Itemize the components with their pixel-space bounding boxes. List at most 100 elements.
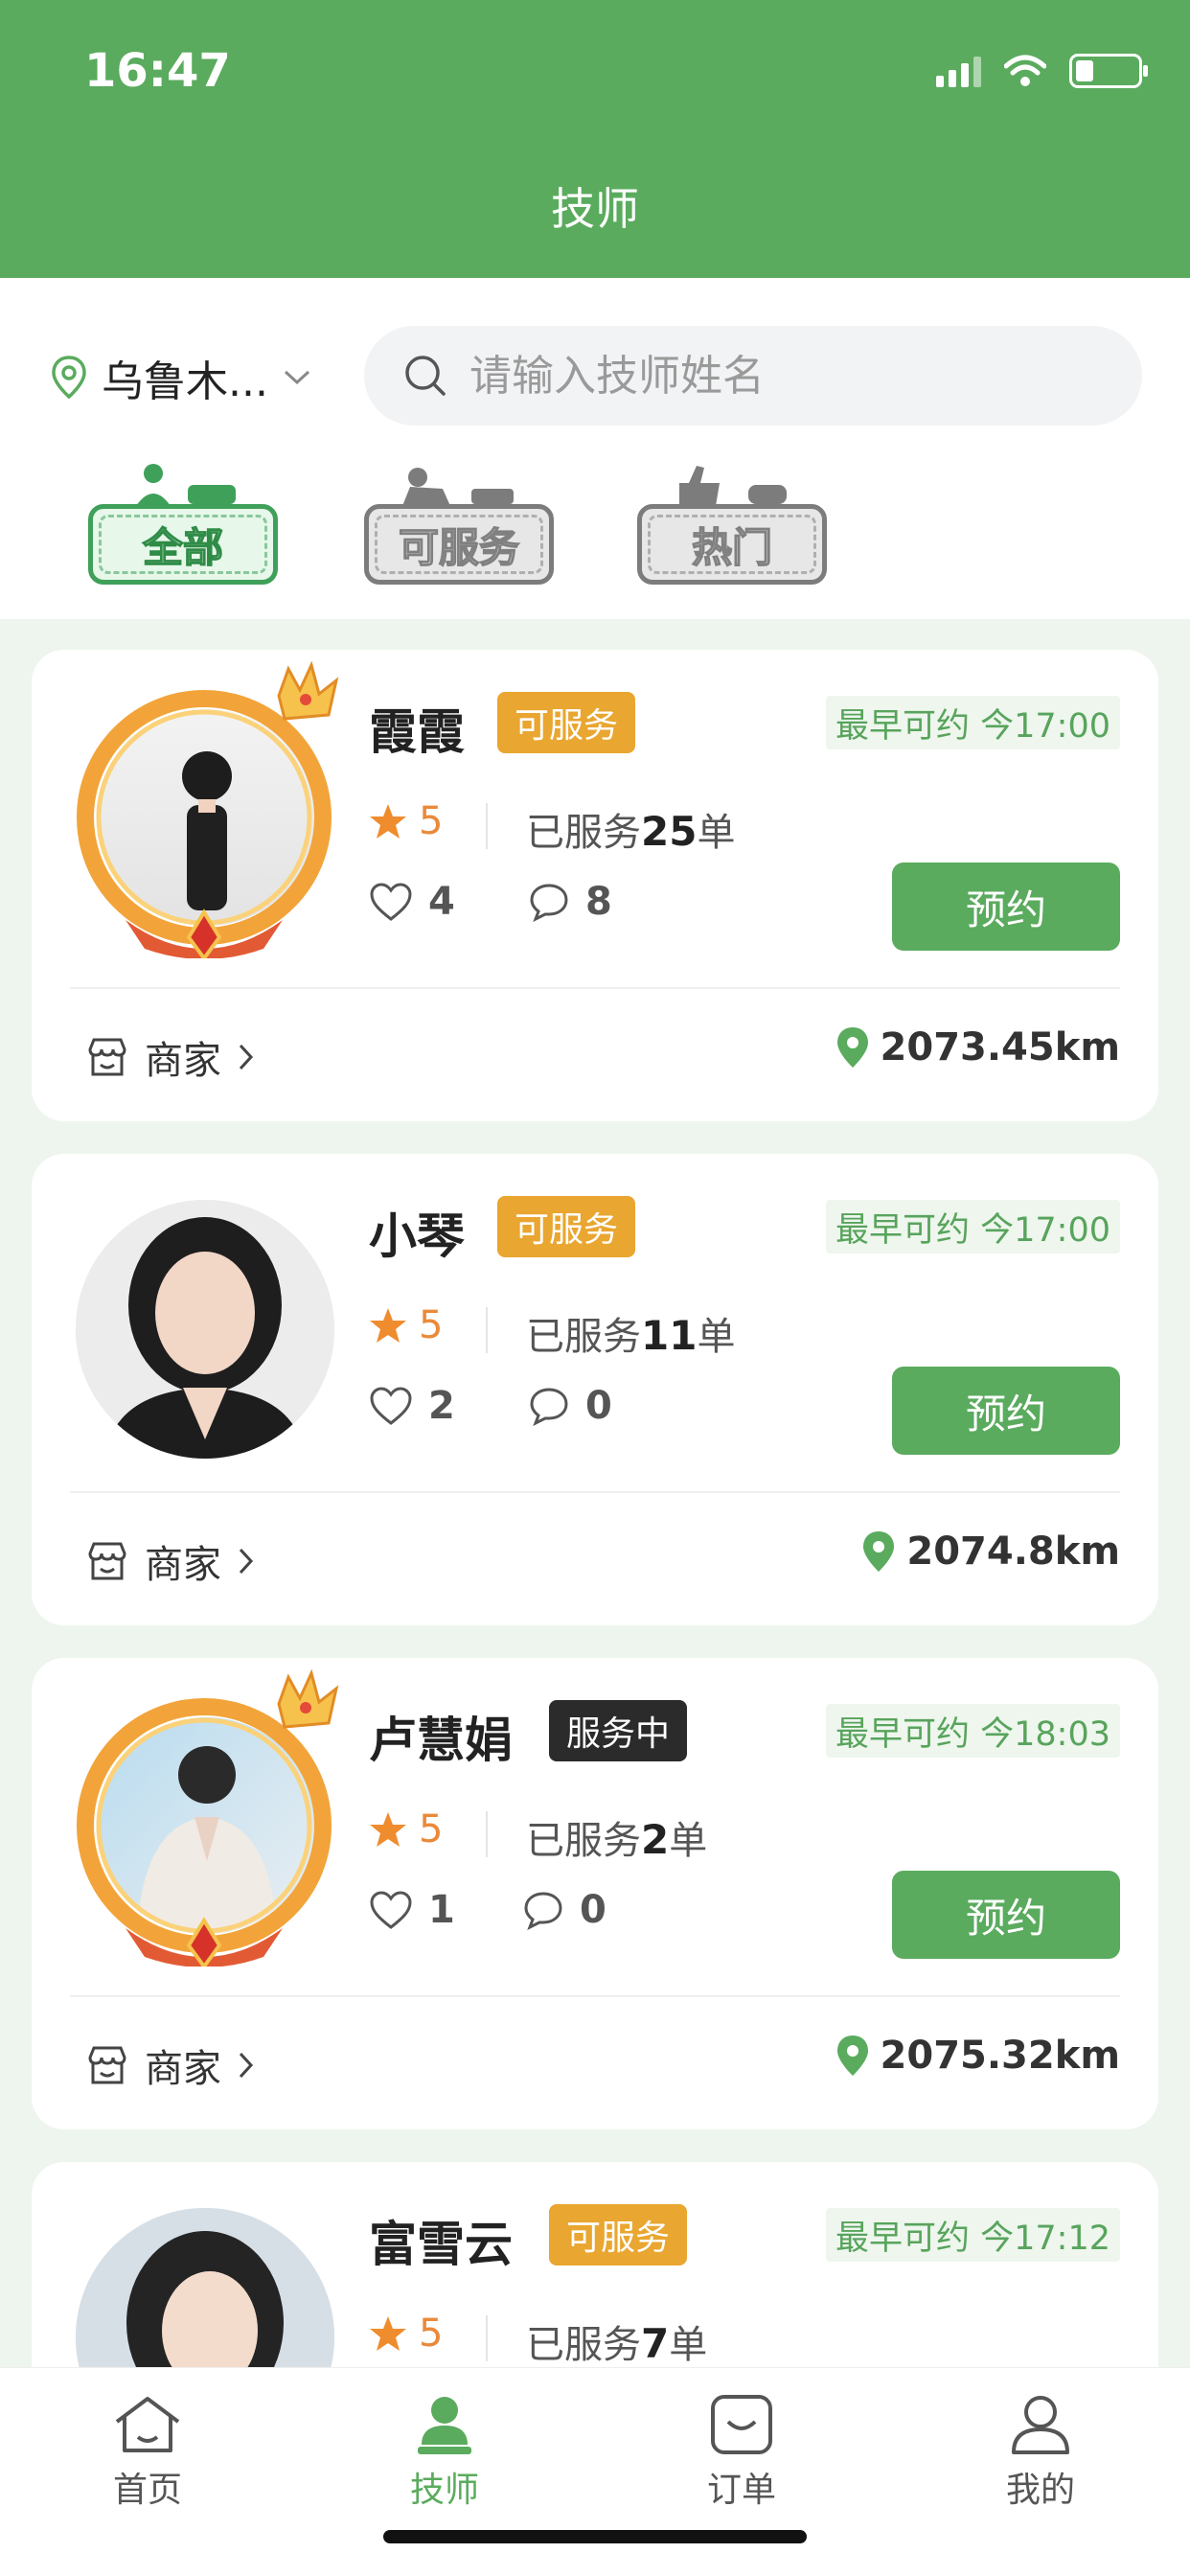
technician-icon bbox=[418, 2397, 471, 2454]
merchant-label: 商家 bbox=[145, 1543, 221, 1587]
avatar[interactable] bbox=[76, 1200, 334, 1459]
likes[interactable]: 2 bbox=[369, 1384, 455, 1428]
thumbs-up-icon bbox=[679, 466, 787, 506]
avatar[interactable] bbox=[58, 661, 346, 958]
person-desk-icon bbox=[136, 464, 236, 506]
orders-icon bbox=[711, 2395, 772, 2454]
merchant-link[interactable]: 商家 bbox=[85, 1029, 256, 1085]
chevron-right-icon bbox=[239, 2052, 254, 2079]
divider bbox=[486, 2315, 488, 2361]
search-icon bbox=[405, 356, 446, 396]
heart-icon bbox=[370, 1891, 412, 1929]
comments-count: 0 bbox=[580, 1888, 606, 1932]
star-icon bbox=[370, 1812, 406, 1847]
filter-all[interactable]: 全部 bbox=[88, 460, 280, 585]
tab-label: 首页 bbox=[112, 2471, 182, 2510]
avatar[interactable] bbox=[58, 1669, 346, 1966]
likes-count: 4 bbox=[428, 880, 455, 924]
comment-icon bbox=[530, 884, 568, 922]
status-badge: 可服务 bbox=[497, 692, 636, 753]
store-icon bbox=[88, 1542, 126, 1580]
divider bbox=[486, 1811, 488, 1857]
comments-count: 0 bbox=[585, 1384, 612, 1428]
rating: 5 bbox=[369, 2312, 443, 2356]
technician-card[interactable]: 霞霞 可服务 最早可约 今17:00 5 已服务25单 4 8 预约 商家 20… bbox=[32, 650, 1158, 1121]
book-button[interactable]: 预约 bbox=[892, 1367, 1120, 1455]
tab-label: 订单 bbox=[706, 2471, 776, 2510]
store-icon bbox=[88, 1038, 126, 1076]
technician-card[interactable]: 小琴 可服务 最早可约 今17:00 5 已服务11单 2 0 预约 商家 20… bbox=[32, 1154, 1158, 1625]
massage-icon bbox=[402, 468, 514, 506]
tab-home[interactable]: 首页 bbox=[52, 2393, 243, 2512]
likes[interactable]: 4 bbox=[369, 880, 455, 924]
served-count: 已服务11单 bbox=[526, 1312, 736, 1359]
divider bbox=[486, 1307, 488, 1353]
distance: 2075.32km bbox=[835, 2034, 1120, 2078]
crown-frame-icon bbox=[77, 1669, 339, 1966]
divider bbox=[486, 803, 488, 849]
divider bbox=[70, 1995, 1120, 1997]
search-input[interactable] bbox=[469, 351, 1044, 401]
merchant-label: 商家 bbox=[145, 2047, 221, 2091]
earliest-time: 最早可约 今18:03 bbox=[826, 1704, 1120, 1758]
rating: 5 bbox=[369, 1303, 443, 1347]
tab-orders[interactable]: 订单 bbox=[646, 2393, 837, 2512]
avatar-photo bbox=[76, 1200, 334, 1459]
divider bbox=[70, 987, 1120, 989]
location-pin-icon bbox=[836, 2036, 868, 2076]
served-count: 已服务2单 bbox=[526, 1816, 708, 1863]
wifi-icon bbox=[1004, 55, 1046, 86]
chevron-right-icon bbox=[239, 1548, 254, 1575]
location-pin-icon bbox=[863, 1531, 895, 1572]
tab-technician[interactable]: 技师 bbox=[349, 2393, 540, 2512]
served-count: 已服务25单 bbox=[526, 808, 736, 855]
technician-name: 富雪云 bbox=[369, 2217, 513, 2272]
likes[interactable]: 1 bbox=[369, 1888, 455, 1932]
star-icon bbox=[370, 2316, 406, 2351]
filter-bar: 乌鲁木... 全部 可服务 热门 bbox=[0, 278, 1190, 619]
likes-count: 2 bbox=[428, 1384, 455, 1428]
filter-available[interactable]: 可服务 bbox=[364, 460, 556, 585]
status-icons bbox=[936, 54, 1148, 88]
likes-count: 1 bbox=[428, 1888, 455, 1932]
heart-icon bbox=[370, 1387, 412, 1425]
rating-value: 5 bbox=[419, 799, 444, 843]
distance: 2073.45km bbox=[835, 1025, 1120, 1070]
status-time: 16:47 bbox=[84, 44, 231, 98]
filter-label: 可服务 bbox=[364, 504, 554, 585]
home-indicator[interactable] bbox=[383, 2530, 807, 2543]
comments[interactable]: 8 bbox=[528, 880, 612, 924]
filter-label: 全部 bbox=[88, 504, 278, 585]
user-icon bbox=[1012, 2396, 1069, 2454]
comments[interactable]: 0 bbox=[522, 1888, 606, 1932]
distance-value: 2075.32km bbox=[880, 2034, 1120, 2078]
comments-count: 8 bbox=[585, 880, 612, 924]
book-button[interactable]: 预约 bbox=[892, 862, 1120, 951]
status-badge: 可服务 bbox=[549, 2204, 688, 2266]
location-selector[interactable]: 乌鲁木... bbox=[50, 347, 312, 408]
merchant-link[interactable]: 商家 bbox=[85, 2037, 256, 2093]
merchant-label: 商家 bbox=[145, 1039, 221, 1083]
divider bbox=[70, 1491, 1120, 1493]
location-pin-icon bbox=[836, 1027, 868, 1068]
tab-mine[interactable]: 我的 bbox=[945, 2393, 1136, 2512]
comments[interactable]: 0 bbox=[528, 1384, 612, 1428]
cellular-signal-icon bbox=[936, 55, 981, 87]
technician-card[interactable]: 卢慧娟 服务中 最早可约 今18:03 5 已服务2单 1 0 预约 商家 20… bbox=[32, 1658, 1158, 2129]
star-icon bbox=[370, 804, 406, 839]
home-icon bbox=[115, 2397, 180, 2452]
comment-icon bbox=[524, 1892, 562, 1930]
distance-value: 2073.45km bbox=[880, 1025, 1120, 1070]
filter-hot[interactable]: 热门 bbox=[637, 460, 829, 585]
distance-value: 2074.8km bbox=[906, 1530, 1120, 1574]
merchant-link[interactable]: 商家 bbox=[85, 1533, 256, 1589]
location-city: 乌鲁木... bbox=[102, 357, 268, 406]
technician-name: 霞霞 bbox=[369, 704, 465, 760]
heart-icon bbox=[370, 883, 412, 921]
tab-label: 技师 bbox=[409, 2471, 479, 2510]
search-box[interactable] bbox=[364, 326, 1142, 426]
book-button[interactable]: 预约 bbox=[892, 1871, 1120, 1959]
store-icon bbox=[88, 2046, 126, 2084]
status-badge: 服务中 bbox=[549, 1700, 688, 1761]
comment-icon bbox=[530, 1388, 568, 1426]
